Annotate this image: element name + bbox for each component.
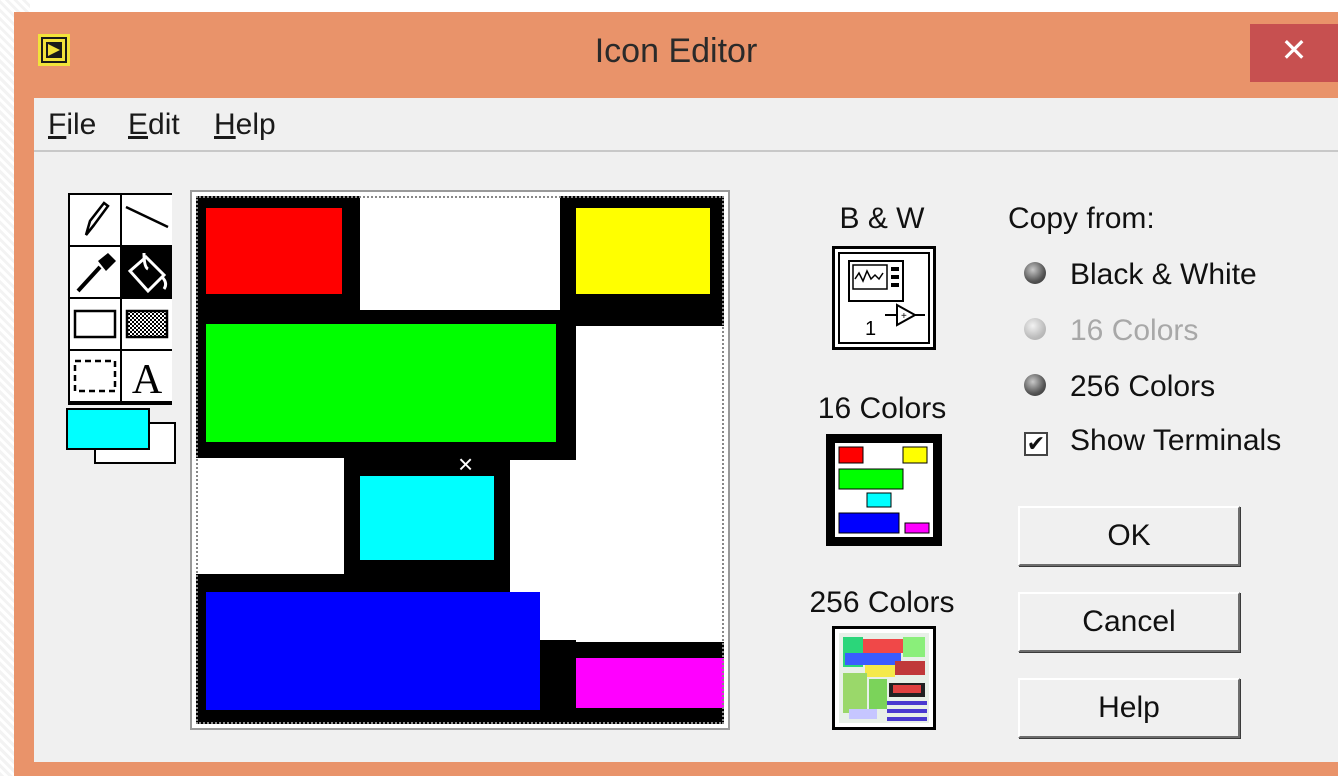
icon-editor-window: Icon Editor ✕ File Edit Help A × B & W +… <box>14 12 1338 776</box>
256-colors-icon-image <box>839 633 929 723</box>
svg-text:A: A <box>132 357 163 401</box>
rectangle-tool[interactable] <box>70 299 120 349</box>
bw-terminal-number: 1 <box>865 318 876 340</box>
close-icon: ✕ <box>1280 32 1308 68</box>
copy-from-label: Copy from: <box>1008 202 1155 235</box>
radio-button-icon[interactable] <box>1024 318 1046 340</box>
text-icon: A <box>132 357 163 401</box>
checkmark-icon: ✔ <box>1026 431 1046 456</box>
filled-rectangle-icon <box>125 309 169 339</box>
radio-button-icon[interactable] <box>1024 262 1046 284</box>
cursor-crosshair-icon: × <box>458 449 474 479</box>
canvas-block-white-top <box>360 196 560 310</box>
pencil-tool[interactable] <box>70 195 120 245</box>
rectangle-icon <box>73 309 117 339</box>
256-colors-icon-preview[interactable] <box>832 626 936 730</box>
line-tool[interactable] <box>122 195 172 245</box>
radio-button-icon[interactable] <box>1024 374 1046 396</box>
pencil-icon <box>84 201 110 236</box>
256-colors-preview-label: 256 Colors <box>809 586 955 619</box>
menu-edit[interactable]: Edit <box>128 108 180 142</box>
icon-canvas-frame: × <box>190 190 730 730</box>
show-terminals-checkbox[interactable]: ✔ <box>1024 432 1048 456</box>
fill-bucket-icon <box>127 252 168 294</box>
dropper-icon <box>76 253 116 293</box>
text-tool[interactable]: A <box>122 351 172 401</box>
window-title: Icon Editor <box>594 32 758 70</box>
canvas-block-green <box>206 324 556 442</box>
menu-help[interactable]: Help <box>214 108 276 142</box>
help-button[interactable]: Help <box>1018 678 1240 738</box>
16-colors-icon-preview[interactable] <box>826 434 942 546</box>
bw-icon-preview[interactable]: + 1 <box>832 246 936 350</box>
close-button[interactable]: ✕ <box>1250 24 1338 82</box>
menu-bar: File Edit Help <box>34 98 1338 152</box>
bw-preview-label: B & W <box>839 202 925 235</box>
canvas-block-white-mid <box>510 460 724 640</box>
icon-canvas[interactable]: × <box>196 196 724 724</box>
filled-rectangle-tool[interactable] <box>122 299 172 349</box>
select-icon <box>73 359 117 393</box>
line-icon <box>125 205 169 229</box>
ok-button[interactable]: OK <box>1018 506 1240 566</box>
canvas-block-yellow <box>576 208 710 294</box>
16-colors-icon-image <box>835 443 933 537</box>
client-area: File Edit Help A × B & W + 1 16 Colors 2… <box>34 98 1338 762</box>
canvas-block-red <box>206 208 342 294</box>
bw-icon-image: + 1 <box>835 249 933 347</box>
menu-file[interactable]: File <box>48 108 96 142</box>
cancel-button[interactable]: Cancel <box>1018 592 1240 652</box>
canvas-block-magenta <box>576 658 724 708</box>
tool-palette: A <box>68 193 172 405</box>
canvas-block-cyan <box>360 476 494 560</box>
svg-text:+: + <box>901 311 907 322</box>
color-copy-tool[interactable] <box>70 247 120 297</box>
fill-tool[interactable] <box>122 247 172 297</box>
foreground-color-swatch[interactable] <box>66 408 150 450</box>
16-colors-preview-label: 16 Colors <box>817 392 947 425</box>
canvas-block-blue <box>206 592 540 710</box>
canvas-block-white-left <box>196 458 344 574</box>
select-tool[interactable] <box>70 351 120 401</box>
